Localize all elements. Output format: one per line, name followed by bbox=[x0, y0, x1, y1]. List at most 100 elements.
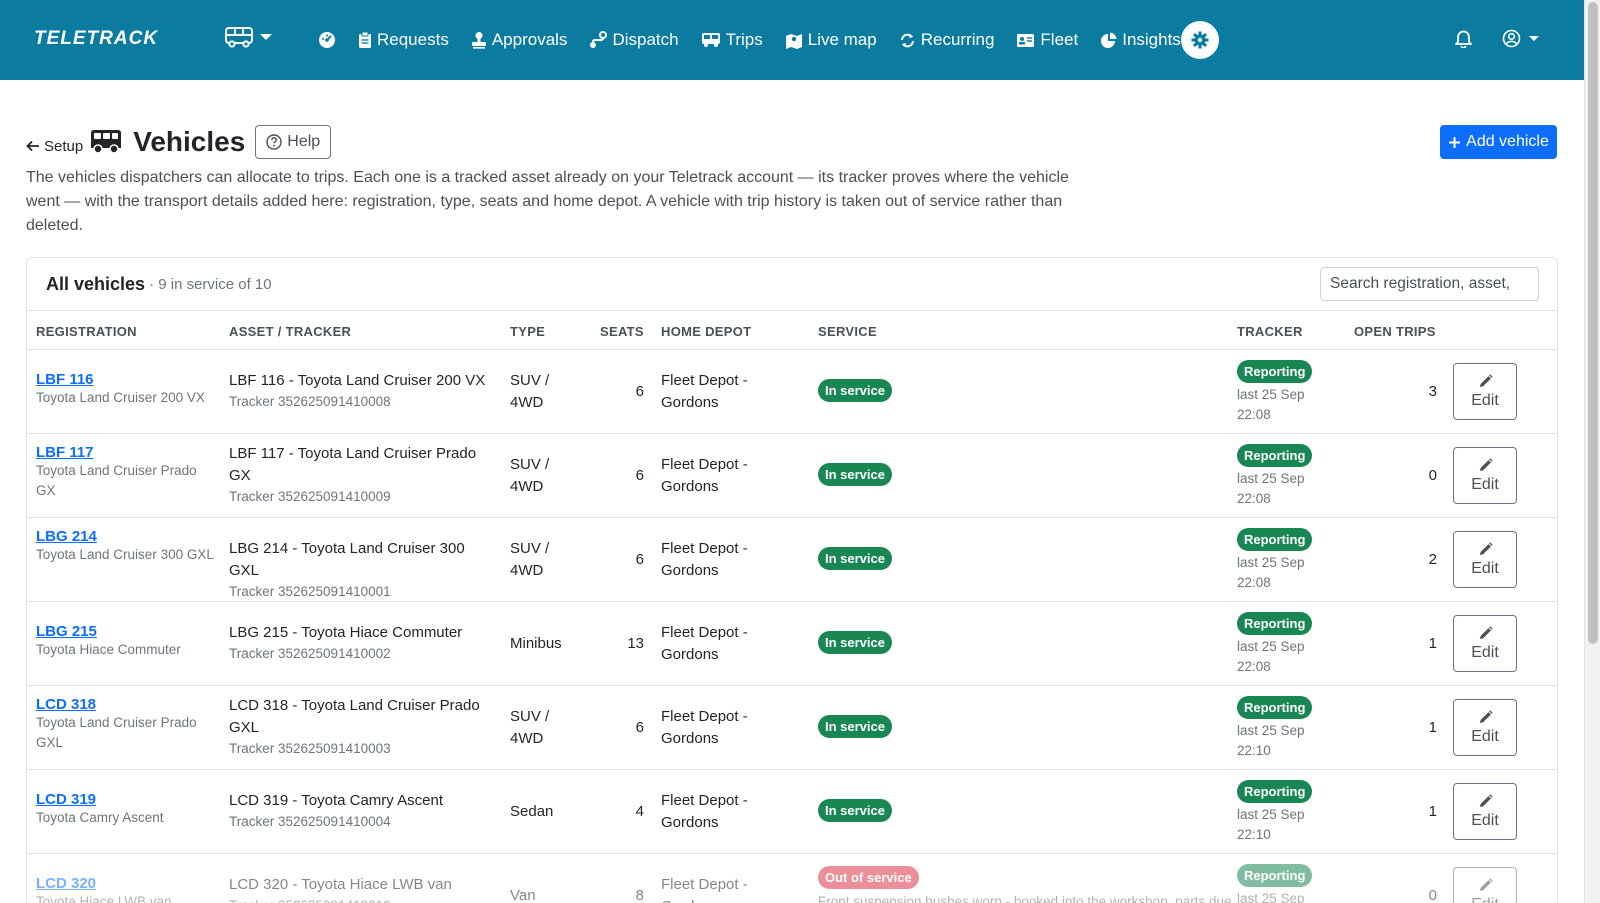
registration-link[interactable]: LCD 318 bbox=[36, 696, 216, 713]
edit-label: Edit bbox=[1471, 391, 1499, 409]
col-tracker[interactable]: TRACKER bbox=[1237, 324, 1303, 339]
brand-logo[interactable]: TELETRACK bbox=[34, 28, 158, 50]
registration-link[interactable]: LBG 214 bbox=[36, 528, 216, 545]
vehicle-model: Toyota Camry Ascent bbox=[36, 810, 164, 825]
edit-button[interactable]: Edit bbox=[1453, 531, 1517, 588]
edit-button[interactable]: Edit bbox=[1453, 447, 1517, 504]
tracker-cell: Reporting last 25 Sep 22:10 bbox=[1237, 696, 1327, 761]
registration-link[interactable]: LBF 116 bbox=[36, 371, 216, 388]
tracker-cell: Reporting last 25 Sep 22:08 bbox=[1237, 528, 1327, 593]
registration-link[interactable]: LCD 320 bbox=[36, 875, 216, 892]
registration-link[interactable]: LCD 319 bbox=[36, 791, 216, 808]
bus-icon bbox=[225, 27, 253, 48]
help-button[interactable]: Help bbox=[255, 125, 332, 159]
edit-label: Edit bbox=[1471, 727, 1499, 745]
last-report: last 25 Sep 22:08 bbox=[1237, 387, 1305, 422]
service-badge: In service bbox=[818, 631, 892, 654]
page-title: Vehicles bbox=[133, 126, 246, 157]
nav-approvals[interactable]: Approvals bbox=[471, 30, 567, 50]
home-depot: Fleet Depot - Gordons bbox=[661, 708, 748, 747]
edit-button[interactable]: Edit bbox=[1453, 699, 1517, 756]
open-trips-count: 2 bbox=[1428, 551, 1437, 568]
tracker-status-badge: Reporting bbox=[1237, 696, 1313, 719]
service-count: · 9 in service of 10 bbox=[149, 275, 272, 293]
edit-label: Edit bbox=[1471, 643, 1499, 661]
asset-name: LCD 320 - Toyota Hiace LWB van bbox=[229, 876, 452, 893]
tracker-id: Tracker 352625091410003 bbox=[229, 741, 391, 756]
map-icon bbox=[785, 33, 802, 49]
pencil-icon bbox=[1479, 793, 1493, 807]
tracker-id: Tracker 352625091410008 bbox=[229, 394, 391, 409]
arrow-left-icon bbox=[26, 140, 39, 152]
registration-cell: LBF 116 Toyota Land Cruiser 200 VX bbox=[36, 371, 216, 408]
edit-button[interactable]: Edit bbox=[1453, 867, 1517, 903]
pencil-icon bbox=[1479, 457, 1493, 471]
asset-cell: LCD 319 - Toyota Camry Ascent Tracker 352… bbox=[229, 790, 494, 832]
vehicle-model: Toyota Hiace Commuter bbox=[36, 642, 181, 657]
bell-icon bbox=[1455, 30, 1472, 49]
nav-requests[interactable]: Requests bbox=[358, 30, 449, 50]
col-home-depot[interactable]: HOME DEPOT bbox=[661, 324, 751, 339]
nav-insights-label: Insights bbox=[1122, 30, 1181, 49]
edit-button[interactable]: Edit bbox=[1453, 615, 1517, 672]
vehicle-model: Toyota Land Cruiser Prado GXL bbox=[36, 715, 197, 750]
service-cell: In service bbox=[818, 631, 1228, 654]
user-menu[interactable] bbox=[1502, 29, 1539, 48]
registration-link[interactable]: LBG 215 bbox=[36, 623, 216, 640]
col-seats[interactable]: SEATS bbox=[600, 324, 644, 339]
table-header: REGISTRATION ASSET / TRACKER TYPE SEATS … bbox=[27, 311, 1557, 350]
nav-dashboard[interactable] bbox=[318, 31, 336, 49]
nav-fleet[interactable]: Fleet bbox=[1016, 30, 1078, 50]
page-scrollbar[interactable] bbox=[1584, 0, 1600, 903]
route-icon bbox=[590, 31, 608, 48]
nav-recurring[interactable]: Recurring bbox=[899, 30, 994, 50]
tracker-status-badge: Reporting bbox=[1237, 444, 1313, 467]
table-row: LCD 319 Toyota Camry Ascent LCD 319 - Toyo… bbox=[27, 770, 1557, 854]
open-trips-count: 0 bbox=[1428, 887, 1437, 903]
notifications-button[interactable] bbox=[1455, 29, 1472, 53]
col-service[interactable]: SERVICE bbox=[818, 324, 877, 339]
scrollbar-thumb[interactable] bbox=[1588, 2, 1598, 644]
last-report: last 25 Sep 22:08 bbox=[1237, 639, 1305, 674]
col-asset-tracker[interactable]: ASSET / TRACKER bbox=[229, 324, 351, 339]
nav-trips[interactable]: Trips bbox=[701, 30, 763, 50]
edit-button[interactable]: Edit bbox=[1453, 363, 1517, 420]
tracker-cell: Reporting last 25 Sep bbox=[1237, 864, 1327, 903]
table-row: LCD 320 Toyota Hiace LWB van LCD 320 - Toy… bbox=[27, 854, 1557, 903]
back-to-setup-link[interactable]: Setup bbox=[26, 138, 83, 155]
service-cell: Out of service Front suspension bushes wo… bbox=[818, 866, 1232, 903]
tracker-cell: Reporting last 25 Sep 22:08 bbox=[1237, 612, 1327, 677]
pencil-icon bbox=[1479, 373, 1493, 387]
asset-name: LBG 215 - Toyota Hiace Commuter bbox=[229, 624, 463, 641]
table-row: LBG 214 Toyota Land Cruiser 300 GXL LBG 21… bbox=[27, 518, 1557, 602]
registration-cell: LBF 117 Toyota Land Cruiser Prado GX bbox=[36, 444, 216, 501]
service-cell: In service bbox=[818, 463, 1228, 486]
vehicle-type: Van bbox=[510, 887, 536, 903]
vehicle-model: Toyota Land Cruiser 200 VX bbox=[36, 390, 205, 405]
table-row: LBG 215 Toyota Hiace Commuter LBG 215 - To… bbox=[27, 602, 1557, 686]
pencil-icon bbox=[1479, 625, 1493, 639]
vehicle-module-switcher[interactable] bbox=[224, 26, 272, 48]
tracker-id: Tracker 352625091410009 bbox=[229, 489, 391, 504]
col-open-trips[interactable]: OPEN TRIPS bbox=[1354, 324, 1436, 339]
asset-cell: LBG 215 - Toyota Hiace Commuter Tracker 3… bbox=[229, 622, 494, 664]
col-registration[interactable]: REGISTRATION bbox=[36, 324, 137, 339]
tracker-id: Tracker 352625091410001 bbox=[229, 584, 391, 599]
registration-link[interactable]: LBF 117 bbox=[36, 444, 216, 461]
col-type[interactable]: TYPE bbox=[510, 324, 545, 339]
service-cell: In service bbox=[818, 715, 1228, 738]
search-input[interactable] bbox=[1320, 267, 1539, 301]
card-header: All vehicles · 9 in service of 10 bbox=[27, 258, 1557, 311]
vehicle-type: SUV / 4WD bbox=[510, 456, 550, 495]
asset-cell: LBF 117 - Toyota Land Cruiser Prado GX Tr… bbox=[229, 443, 494, 507]
tracker-cell: Reporting last 25 Sep 22:10 bbox=[1237, 780, 1327, 845]
settings-button[interactable] bbox=[1181, 21, 1219, 59]
edit-button[interactable]: Edit bbox=[1453, 783, 1517, 840]
asset-name: LBF 117 - Toyota Land Cruiser Prado GX bbox=[229, 445, 477, 484]
add-vehicle-button[interactable]: Add vehicle bbox=[1440, 125, 1557, 159]
vehicle-model: Toyota Land Cruiser Prado GX bbox=[36, 463, 197, 498]
nav-dispatch[interactable]: Dispatch bbox=[589, 30, 679, 50]
help-label: Help bbox=[287, 133, 321, 150]
nav-live-map[interactable]: Live map bbox=[785, 30, 877, 50]
table-row: LCD 318 Toyota Land Cruiser Prado GXL LCD … bbox=[27, 686, 1557, 770]
